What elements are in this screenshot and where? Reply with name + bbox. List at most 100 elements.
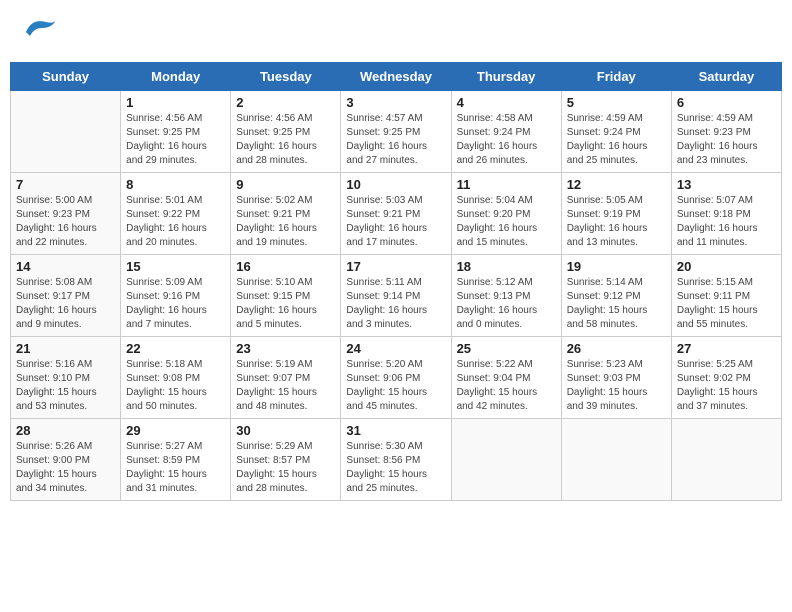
day-info: Sunrise: 5:05 AM Sunset: 9:19 PM Dayligh… <box>567 194 666 250</box>
day-number: 1 <box>126 95 225 110</box>
day-info: Sunrise: 5:04 AM Sunset: 9:20 PM Dayligh… <box>457 194 556 250</box>
calendar-cell: 28 Sunrise: 5:26 AM Sunset: 9:00 PM Dayli… <box>11 419 121 501</box>
day-number: 23 <box>236 341 335 356</box>
day-info: Sunrise: 5:30 AM Sunset: 8:56 PM Dayligh… <box>346 440 445 496</box>
calendar-cell: 22 Sunrise: 5:18 AM Sunset: 9:08 PM Dayli… <box>121 337 231 419</box>
day-number: 12 <box>567 177 666 192</box>
day-info: Sunrise: 5:08 AM Sunset: 9:17 PM Dayligh… <box>16 276 115 332</box>
day-number: 13 <box>677 177 776 192</box>
day-info: Sunrise: 5:02 AM Sunset: 9:21 PM Dayligh… <box>236 194 335 250</box>
day-number: 5 <box>567 95 666 110</box>
calendar-cell: 27 Sunrise: 5:25 AM Sunset: 9:02 PM Dayli… <box>671 337 781 419</box>
calendar-cell: 19 Sunrise: 5:14 AM Sunset: 9:12 PM Dayli… <box>561 255 671 337</box>
day-info: Sunrise: 5:01 AM Sunset: 9:22 PM Dayligh… <box>126 194 225 250</box>
day-number: 27 <box>677 341 776 356</box>
logo-bird-icon <box>18 14 58 50</box>
calendar-cell: 30 Sunrise: 5:29 AM Sunset: 8:57 PM Dayli… <box>231 419 341 501</box>
calendar-cell <box>11 91 121 173</box>
calendar-cell: 13 Sunrise: 5:07 AM Sunset: 9:18 PM Dayli… <box>671 173 781 255</box>
calendar-cell: 16 Sunrise: 5:10 AM Sunset: 9:15 PM Dayli… <box>231 255 341 337</box>
col-header-sunday: Sunday <box>11 63 121 91</box>
calendar-cell: 1 Sunrise: 4:56 AM Sunset: 9:25 PM Daylig… <box>121 91 231 173</box>
day-info: Sunrise: 5:14 AM Sunset: 9:12 PM Dayligh… <box>567 276 666 332</box>
day-info: Sunrise: 5:03 AM Sunset: 9:21 PM Dayligh… <box>346 194 445 250</box>
day-number: 15 <box>126 259 225 274</box>
calendar-cell <box>451 419 561 501</box>
day-number: 9 <box>236 177 335 192</box>
day-info: Sunrise: 5:09 AM Sunset: 9:16 PM Dayligh… <box>126 276 225 332</box>
day-number: 19 <box>567 259 666 274</box>
calendar-cell <box>671 419 781 501</box>
day-info: Sunrise: 5:18 AM Sunset: 9:08 PM Dayligh… <box>126 358 225 414</box>
week-row-5: 28 Sunrise: 5:26 AM Sunset: 9:00 PM Dayli… <box>11 419 782 501</box>
day-info: Sunrise: 4:56 AM Sunset: 9:25 PM Dayligh… <box>236 112 335 168</box>
day-info: Sunrise: 5:25 AM Sunset: 9:02 PM Dayligh… <box>677 358 776 414</box>
week-row-3: 14Sunrise: 5:08 AM Sunset: 9:17 PM Dayli… <box>11 255 782 337</box>
calendar-cell: 11 Sunrise: 5:04 AM Sunset: 9:20 PM Dayli… <box>451 173 561 255</box>
calendar-cell: 2Sunrise: 4:56 AM Sunset: 9:25 PM Daylig… <box>231 91 341 173</box>
day-info: Sunrise: 5:22 AM Sunset: 9:04 PM Dayligh… <box>457 358 556 414</box>
day-info: Sunrise: 4:57 AM Sunset: 9:25 PM Dayligh… <box>346 112 445 168</box>
day-number: 30 <box>236 423 335 438</box>
day-number: 6 <box>677 95 776 110</box>
calendar-cell: 8 Sunrise: 5:01 AM Sunset: 9:22 PM Daylig… <box>121 173 231 255</box>
col-header-tuesday: Tuesday <box>231 63 341 91</box>
calendar-cell: 9 Sunrise: 5:02 AM Sunset: 9:21 PM Daylig… <box>231 173 341 255</box>
col-header-monday: Monday <box>121 63 231 91</box>
calendar-cell: 10 Sunrise: 5:03 AM Sunset: 9:21 PM Dayli… <box>341 173 451 255</box>
day-number: 26 <box>567 341 666 356</box>
calendar-cell: 26 Sunrise: 5:23 AM Sunset: 9:03 PM Dayli… <box>561 337 671 419</box>
day-number: 20 <box>677 259 776 274</box>
calendar-cell: 15 Sunrise: 5:09 AM Sunset: 9:16 PM Dayli… <box>121 255 231 337</box>
calendar-cell: 18Sunrise: 5:12 AM Sunset: 9:13 PM Dayli… <box>451 255 561 337</box>
day-info: Sunrise: 5:29 AM Sunset: 8:57 PM Dayligh… <box>236 440 335 496</box>
day-number: 24 <box>346 341 445 356</box>
day-number: 31 <box>346 423 445 438</box>
day-info: Sunrise: 5:23 AM Sunset: 9:03 PM Dayligh… <box>567 358 666 414</box>
calendar-cell: 6 Sunrise: 4:59 AM Sunset: 9:23 PM Daylig… <box>671 91 781 173</box>
day-info: Sunrise: 4:59 AM Sunset: 9:23 PM Dayligh… <box>677 112 776 168</box>
day-number: 28 <box>16 423 115 438</box>
week-row-2: 7Sunrise: 5:00 AM Sunset: 9:23 PM Daylig… <box>11 173 782 255</box>
day-info: Sunrise: 5:00 AM Sunset: 9:23 PM Dayligh… <box>16 194 115 250</box>
day-info: Sunrise: 5:19 AM Sunset: 9:07 PM Dayligh… <box>236 358 335 414</box>
day-number: 8 <box>126 177 225 192</box>
day-number: 11 <box>457 177 556 192</box>
calendar-cell: 5 Sunrise: 4:59 AM Sunset: 9:24 PM Daylig… <box>561 91 671 173</box>
day-number: 29 <box>126 423 225 438</box>
day-info: Sunrise: 5:10 AM Sunset: 9:15 PM Dayligh… <box>236 276 335 332</box>
week-row-4: 21 Sunrise: 5:16 AM Sunset: 9:10 PM Dayli… <box>11 337 782 419</box>
calendar-cell: 29 Sunrise: 5:27 AM Sunset: 8:59 PM Dayli… <box>121 419 231 501</box>
logo <box>18 14 62 50</box>
calendar-cell <box>561 419 671 501</box>
col-header-thursday: Thursday <box>451 63 561 91</box>
day-info: Sunrise: 4:58 AM Sunset: 9:24 PM Dayligh… <box>457 112 556 168</box>
day-number: 17 <box>346 259 445 274</box>
day-number: 16 <box>236 259 335 274</box>
col-header-friday: Friday <box>561 63 671 91</box>
day-info: Sunrise: 4:59 AM Sunset: 9:24 PM Dayligh… <box>567 112 666 168</box>
col-header-wednesday: Wednesday <box>341 63 451 91</box>
page-header <box>10 10 782 54</box>
calendar-cell: 25 Sunrise: 5:22 AM Sunset: 9:04 PM Dayli… <box>451 337 561 419</box>
day-info: Sunrise: 4:56 AM Sunset: 9:25 PM Dayligh… <box>126 112 225 168</box>
calendar-cell: 12 Sunrise: 5:05 AM Sunset: 9:19 PM Dayli… <box>561 173 671 255</box>
day-info: Sunrise: 5:16 AM Sunset: 9:10 PM Dayligh… <box>16 358 115 414</box>
calendar-cell: 17Sunrise: 5:11 AM Sunset: 9:14 PM Dayli… <box>341 255 451 337</box>
day-number: 18 <box>457 259 556 274</box>
col-header-saturday: Saturday <box>671 63 781 91</box>
day-number: 21 <box>16 341 115 356</box>
calendar-cell: 7Sunrise: 5:00 AM Sunset: 9:23 PM Daylig… <box>11 173 121 255</box>
calendar-cell: 23 Sunrise: 5:19 AM Sunset: 9:07 PM Dayli… <box>231 337 341 419</box>
calendar-cell: 3Sunrise: 4:57 AM Sunset: 9:25 PM Daylig… <box>341 91 451 173</box>
day-info: Sunrise: 5:20 AM Sunset: 9:06 PM Dayligh… <box>346 358 445 414</box>
calendar-cell: 21 Sunrise: 5:16 AM Sunset: 9:10 PM Dayli… <box>11 337 121 419</box>
day-number: 25 <box>457 341 556 356</box>
calendar-cell: 20Sunrise: 5:15 AM Sunset: 9:11 PM Dayli… <box>671 255 781 337</box>
calendar-table: SundayMondayTuesdayWednesdayThursdayFrid… <box>10 62 782 501</box>
day-number: 10 <box>346 177 445 192</box>
day-number: 22 <box>126 341 225 356</box>
day-info: Sunrise: 5:07 AM Sunset: 9:18 PM Dayligh… <box>677 194 776 250</box>
day-info: Sunrise: 5:27 AM Sunset: 8:59 PM Dayligh… <box>126 440 225 496</box>
day-info: Sunrise: 5:26 AM Sunset: 9:00 PM Dayligh… <box>16 440 115 496</box>
